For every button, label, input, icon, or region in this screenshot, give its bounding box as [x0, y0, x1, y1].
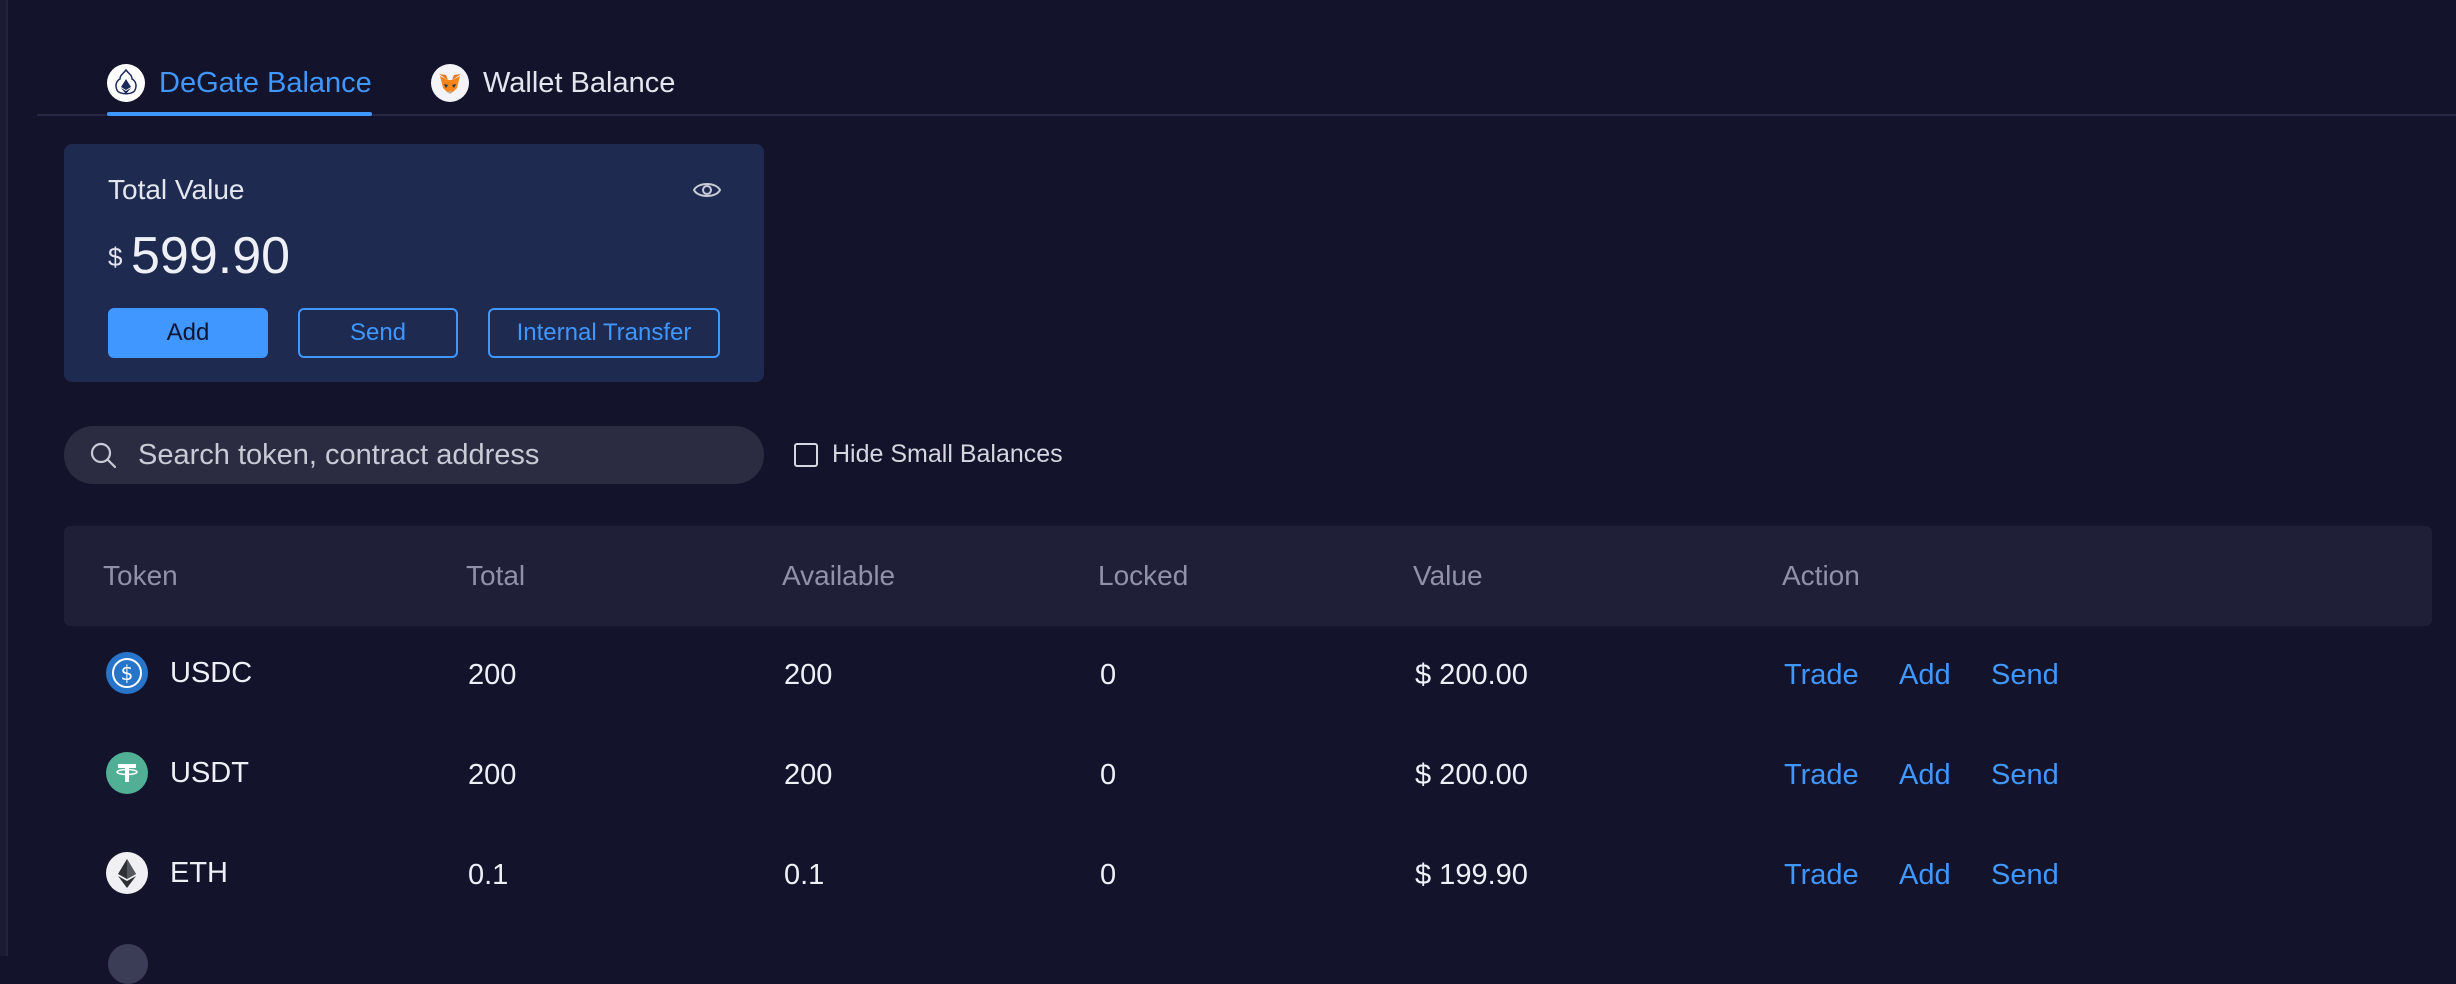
tab-degate-balance[interactable]: DeGate Balance: [107, 54, 372, 116]
add-link[interactable]: Add: [1899, 759, 1951, 792]
eye-icon[interactable]: [692, 178, 722, 202]
total-cell: 0.1: [468, 859, 509, 891]
tab-wallet-balance[interactable]: Wallet Balance: [431, 54, 675, 112]
svg-text:$: $: [121, 661, 134, 685]
available-cell: 0.1: [784, 859, 825, 891]
tab-wallet-balance-label: Wallet Balance: [483, 66, 676, 99]
token-name: USDT: [170, 756, 249, 789]
locked-cell: 0: [1100, 759, 1117, 791]
column-header-action: Action: [1782, 560, 1860, 591]
token-name: ETH: [170, 856, 228, 889]
available-cell: 200: [784, 659, 833, 691]
table-row: $ USDC 200 200 0 $ 200.00 Trade Add Send: [64, 626, 2432, 726]
column-header-available: Available: [782, 560, 896, 591]
tab-degate-balance-label: DeGate Balance: [159, 66, 372, 99]
trade-link[interactable]: Trade: [1784, 859, 1859, 892]
token-cell: $ USDC: [106, 652, 252, 694]
hide-small-balances-toggle[interactable]: Hide Small Balances: [794, 440, 1063, 469]
usdc-icon: $: [106, 652, 148, 694]
locked-cell: 0: [1100, 859, 1117, 891]
search-icon: [90, 442, 117, 469]
send-link[interactable]: Send: [1991, 759, 2059, 792]
table-row: ETH 0.1 0.1 0 $ 199.90 Trade Add Send: [64, 826, 2432, 926]
total-cell: 200: [468, 659, 517, 691]
partial-token-icon: [108, 944, 148, 984]
value-cell: $ 200.00: [1415, 759, 1528, 791]
available-cell: 200: [784, 759, 833, 791]
trade-link[interactable]: Trade: [1784, 759, 1859, 792]
total-value-title: Total Value: [108, 174, 245, 205]
search-box[interactable]: [64, 426, 764, 484]
total-value-amount: 599.90: [131, 227, 291, 285]
column-header-token: Token: [103, 560, 178, 591]
locked-cell: 0: [1100, 659, 1117, 691]
hide-small-balances-checkbox[interactable]: [794, 442, 818, 467]
send-button[interactable]: Send: [298, 308, 458, 358]
add-button[interactable]: Add: [108, 308, 268, 358]
column-header-locked: Locked: [1098, 560, 1189, 591]
send-link[interactable]: Send: [1991, 859, 2059, 892]
table-row: USDT 200 200 0 $ 200.00 Trade Add Send: [64, 726, 2432, 826]
add-link[interactable]: Add: [1899, 659, 1951, 692]
value-cell: $ 200.00: [1415, 659, 1528, 691]
total-value-card: Total Value $ 599.90 Add Send Internal T…: [64, 144, 764, 382]
search-input[interactable]: [136, 437, 764, 473]
add-link[interactable]: Add: [1899, 859, 1951, 892]
usdt-icon: [106, 752, 148, 794]
currency-symbol: $: [108, 242, 123, 272]
trade-link[interactable]: Trade: [1784, 659, 1859, 692]
token-name: USDC: [170, 656, 253, 689]
metamask-fox-icon: [431, 64, 469, 102]
token-cell: ETH: [106, 852, 228, 894]
left-rail: [0, 0, 8, 956]
value-cell: $ 199.90: [1415, 859, 1528, 891]
column-header-value: Value: [1413, 560, 1483, 591]
token-table-header: Token Total Available Locked Value Actio…: [64, 526, 2432, 626]
eth-icon: [106, 852, 148, 894]
internal-transfer-button[interactable]: Internal Transfer: [488, 308, 720, 358]
send-link[interactable]: Send: [1991, 659, 2059, 692]
balance-tabs: DeGate Balance Wallet Balance: [37, 40, 2456, 116]
degate-logo-icon: [107, 64, 145, 102]
column-header-total: Total: [466, 560, 526, 591]
total-cell: 200: [468, 759, 517, 791]
token-cell: USDT: [106, 752, 249, 794]
hide-small-balances-label: Hide Small Balances: [832, 440, 1063, 468]
